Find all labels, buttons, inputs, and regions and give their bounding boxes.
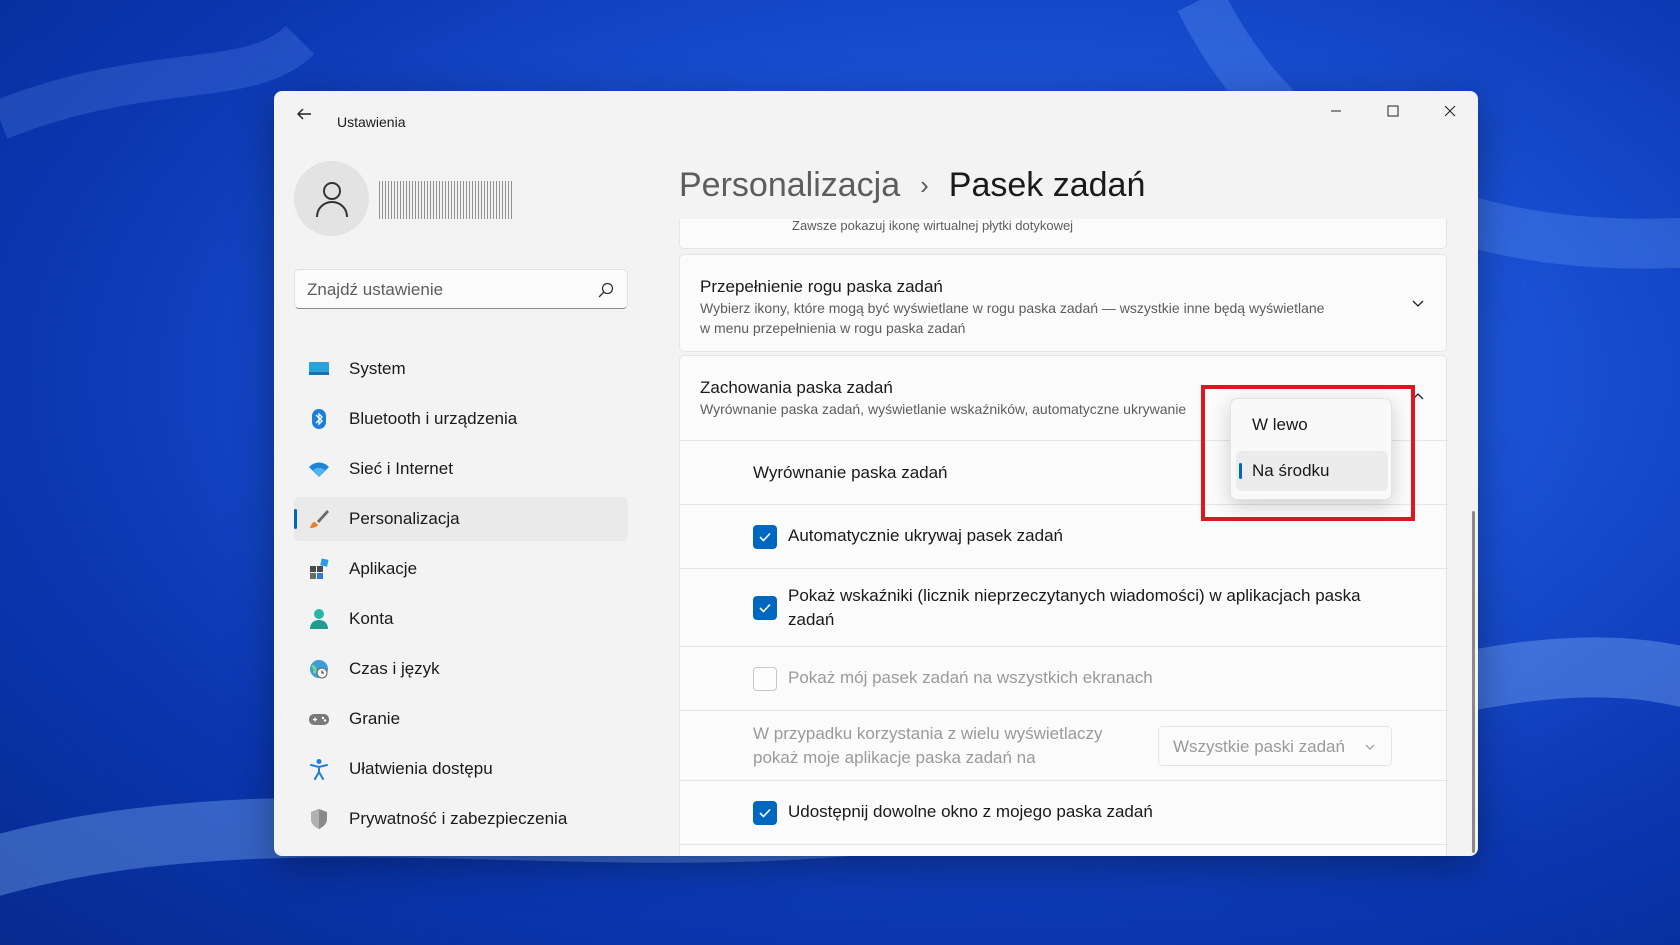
breadcrumb: Personalizacja › Pasek zadań bbox=[679, 163, 1145, 207]
minimize-button[interactable] bbox=[1308, 91, 1364, 131]
wifi-icon bbox=[309, 462, 329, 477]
sidebar-item-label: Granie bbox=[349, 709, 401, 728]
multi-display-label-line1: W przypadku korzystania z wielu wyświetl… bbox=[753, 724, 1103, 743]
all-displays-row: Pokaż mój pasek zadań na wszystkich ekra… bbox=[680, 646, 1448, 710]
monitor-icon bbox=[309, 362, 329, 375]
card-title: Przepełnienie rogu paska zadań bbox=[700, 277, 943, 296]
red-highlight-box bbox=[1201, 385, 1415, 521]
shield-icon bbox=[311, 809, 327, 829]
multi-display-select[interactable]: Wszystkie paski zadań bbox=[1158, 726, 1392, 766]
sidebar-item-label: Aplikacje bbox=[349, 559, 418, 578]
checkmark-icon bbox=[759, 532, 771, 542]
settings-content: Zawsze pokazuj ikonę wirtualnej płytki d… bbox=[679, 219, 1449, 856]
sidebar-item-label: Konta bbox=[349, 609, 394, 628]
card-desc: Wyrównanie paska zadań, wyświetlanie wsk… bbox=[700, 401, 1187, 417]
share-window-checkbox[interactable] bbox=[753, 801, 777, 825]
sidebar-item-label: Personalizacja bbox=[349, 509, 460, 528]
close-icon bbox=[1444, 105, 1456, 117]
sidebar-item-accounts[interactable]: Konta bbox=[294, 597, 628, 641]
sidebar-item-accessibility[interactable]: Ułatwienia dostępu bbox=[294, 747, 628, 791]
arrow-left-icon bbox=[297, 108, 311, 120]
breadcrumb-parent[interactable]: Personalizacja bbox=[679, 166, 900, 205]
maximize-button[interactable] bbox=[1365, 91, 1421, 131]
search-icon[interactable] bbox=[597, 281, 615, 299]
apps-icon bbox=[310, 558, 329, 579]
badges-row: Pokaż wskaźniki (licznik nieprzeczytanyc… bbox=[680, 568, 1448, 646]
chevron-down-icon bbox=[1365, 744, 1375, 750]
card-cut-text: Zawsze pokazuj ikonę wirtualnej płytki d… bbox=[792, 219, 1074, 233]
card-title: Zachowania paska zadań bbox=[700, 378, 893, 397]
sidebar-item-label: Sieć i Internet bbox=[349, 459, 453, 478]
auto-hide-label: Automatycznie ukrywaj pasek zadań bbox=[788, 526, 1063, 545]
breadcrumb-separator: › bbox=[920, 169, 929, 200]
next-row bbox=[680, 844, 1448, 856]
select-value: Wszystkie paski zadań bbox=[1173, 737, 1345, 756]
user-icon bbox=[315, 181, 348, 217]
card-desc-line2: w menu przepełnienia w rogu paska zadań bbox=[700, 320, 966, 336]
sidebar-item-label: Czas i język bbox=[349, 659, 440, 678]
share-window-row: Udostępnij dowolne okno z mojego paska z… bbox=[680, 780, 1448, 844]
badges-checkbox[interactable] bbox=[753, 596, 777, 620]
back-button[interactable] bbox=[290, 105, 318, 125]
close-button[interactable] bbox=[1422, 91, 1478, 131]
sidebar-item-label: Ułatwienia dostępu bbox=[349, 759, 493, 778]
chevron-down-icon[interactable] bbox=[1410, 296, 1426, 312]
auto-hide-checkbox[interactable] bbox=[753, 525, 777, 549]
card-desc-line1: Wybierz ikony, które mogą być wyświetlan… bbox=[700, 300, 1325, 316]
all-displays-label: Pokaż mój pasek zadań na wszystkich ekra… bbox=[788, 668, 1153, 687]
bluetooth-icon bbox=[312, 409, 326, 429]
sidebar-item-system[interactable]: System bbox=[294, 347, 628, 391]
search-box[interactable] bbox=[294, 269, 628, 309]
sidebar-item-privacy[interactable]: Prywatność i zabezpieczenia bbox=[294, 797, 628, 841]
checkmark-icon bbox=[759, 603, 771, 613]
title-bar: Ustawienia bbox=[274, 91, 1478, 137]
person-icon bbox=[310, 609, 328, 629]
touchpad-card[interactable]: Zawsze pokazuj ikonę wirtualnej płytki d… bbox=[679, 219, 1447, 249]
share-window-label: Udostępnij dowolne okno z mojego paska z… bbox=[788, 802, 1153, 821]
page-title: Pasek zadań bbox=[948, 165, 1146, 204]
sidebar-item-time-language[interactable]: Czas i język bbox=[294, 647, 628, 691]
all-displays-checkbox[interactable] bbox=[753, 667, 777, 691]
sidebar-item-network[interactable]: Sieć i Internet bbox=[294, 447, 628, 491]
badges-label-line2: zadań bbox=[788, 610, 835, 629]
sidebar-item-gaming[interactable]: Granie bbox=[294, 697, 628, 741]
accessibility-icon bbox=[310, 759, 328, 780]
scrollbar[interactable] bbox=[1472, 511, 1475, 853]
badges-label-line1: Pokaż wskaźniki (licznik nieprzeczytanyc… bbox=[788, 586, 1361, 605]
checkmark-icon bbox=[759, 808, 771, 818]
search-input[interactable] bbox=[307, 279, 587, 301]
multi-display-label-line2: pokaż moje aplikacje paska zadań na bbox=[753, 748, 1036, 767]
sidebar-item-personalization[interactable]: Personalizacja bbox=[294, 497, 628, 541]
globe-clock-icon bbox=[310, 660, 328, 679]
sidebar-item-apps[interactable]: Aplikacje bbox=[294, 547, 628, 591]
app-title: Ustawienia bbox=[337, 114, 406, 130]
brush-icon bbox=[310, 510, 329, 528]
avatar[interactable] bbox=[294, 161, 369, 236]
sidebar-nav: System Bluetooth i urządzenia Sieć i Int… bbox=[294, 347, 628, 847]
maximize-icon bbox=[1387, 105, 1399, 117]
sidebar-item-label: Prywatność i zabezpieczenia bbox=[349, 809, 568, 828]
corner-overflow-card[interactable]: Przepełnienie rogu paska zadań Wybierz i… bbox=[679, 254, 1447, 352]
minimize-icon bbox=[1331, 110, 1341, 112]
multi-display-row: W przypadku korzystania z wielu wyświetl… bbox=[680, 710, 1448, 780]
profile-name-redacted bbox=[379, 181, 514, 219]
gamepad-icon bbox=[309, 714, 329, 725]
sidebar-item-label: System bbox=[349, 359, 406, 378]
sidebar-item-bluetooth[interactable]: Bluetooth i urządzenia bbox=[294, 397, 628, 441]
selection-indicator bbox=[294, 509, 297, 529]
alignment-label: Wyrównanie paska zadań bbox=[753, 463, 948, 482]
sidebar-item-label: Bluetooth i urządzenia bbox=[349, 409, 518, 428]
